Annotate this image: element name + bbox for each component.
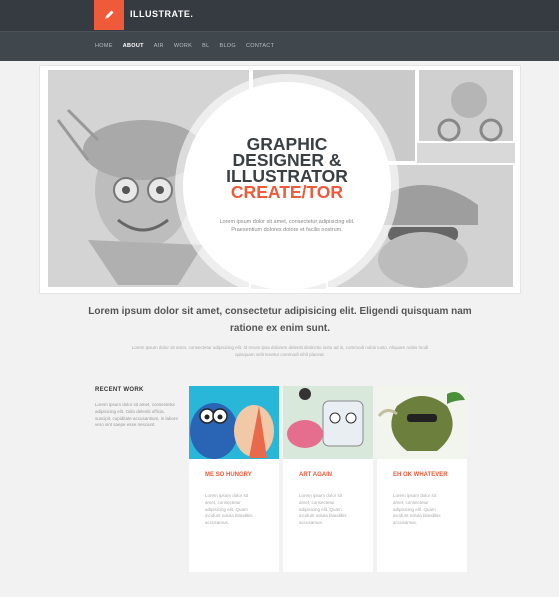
nav-item-home[interactable]: HOME: [95, 43, 113, 49]
hero-circle: GRAPHIC DESIGNER & ILLUSTRATOR CREATE/TO…: [183, 82, 391, 289]
cookie-monster-art: [190, 403, 274, 459]
card-title[interactable]: ART AGAIN: [299, 471, 364, 480]
recent-work-text: Lorem ipsum dolor sit amet, consectetur …: [95, 402, 179, 428]
card-image[interactable]: [189, 386, 279, 459]
leaf-monster-art: [377, 392, 465, 451]
logo-badge[interactable]: [94, 0, 124, 30]
card-image[interactable]: [283, 386, 373, 459]
robot-pig-art: [287, 388, 364, 448]
hero-banner: GRAPHIC DESIGNER & ILLUSTRATOR CREATE/TO…: [39, 65, 521, 294]
top-bar: ILLUSTRATE.: [0, 0, 559, 31]
work-card[interactable]: EH OK WHATEVER Lorem ipsum dolor sit ame…: [377, 386, 467, 572]
nav-item-about[interactable]: ABOUT: [123, 43, 144, 49]
recent-work-title: RECENT WORK: [95, 387, 144, 393]
hero-illustration: GRAPHIC DESIGNER & ILLUSTRATOR CREATE/TO…: [46, 68, 515, 289]
nav-list: HOME ABOUT AIR WORK BL BLOG CONTACT: [95, 43, 284, 49]
nav-item-work[interactable]: WORK: [174, 43, 192, 49]
nav-item-blog[interactable]: BLOG: [219, 43, 235, 49]
card-text: Lorem ipsum dolor sit amet, consectetur …: [393, 493, 441, 526]
intro-lead: Lorem ipsum dolor sit amet, consectetur …: [88, 306, 472, 334]
card-title[interactable]: ME SO HUNGRY: [205, 471, 270, 480]
work-card[interactable]: ME SO HUNGRY Lorem ipsum dolor sit amet,…: [189, 386, 279, 572]
card-text: Lorem ipsum dolor sit amet, consectetur …: [299, 493, 347, 526]
brand-name[interactable]: ILLUSTRATE.: [130, 9, 193, 19]
card-image[interactable]: [377, 386, 467, 459]
biker-art: [437, 82, 503, 142]
nav-item-contact[interactable]: CONTACT: [246, 43, 274, 49]
card-text: Lorem ipsum dolor sit amet, consectetur …: [205, 493, 253, 526]
hero-description: Lorem ipsum dolor sit amet, consectetur …: [219, 219, 355, 233]
card-title[interactable]: EH OK WHATEVER: [393, 471, 458, 480]
comic-panel-top-right: [417, 68, 515, 143]
work-card[interactable]: ART AGAIN Lorem ipsum dolor sit amet, co…: [283, 386, 373, 572]
hero-title-line4: CREATE/TOR: [230, 182, 344, 202]
main-nav: HOME ABOUT AIR WORK BL BLOG CONTACT: [0, 31, 559, 61]
nav-item-air[interactable]: AIR: [154, 43, 164, 49]
nav-item-bl[interactable]: BL: [202, 43, 209, 49]
intro-subtext: Lorem ipsum dolor sit amet, consectetur …: [131, 345, 429, 357]
pencil-icon: [105, 10, 114, 19]
